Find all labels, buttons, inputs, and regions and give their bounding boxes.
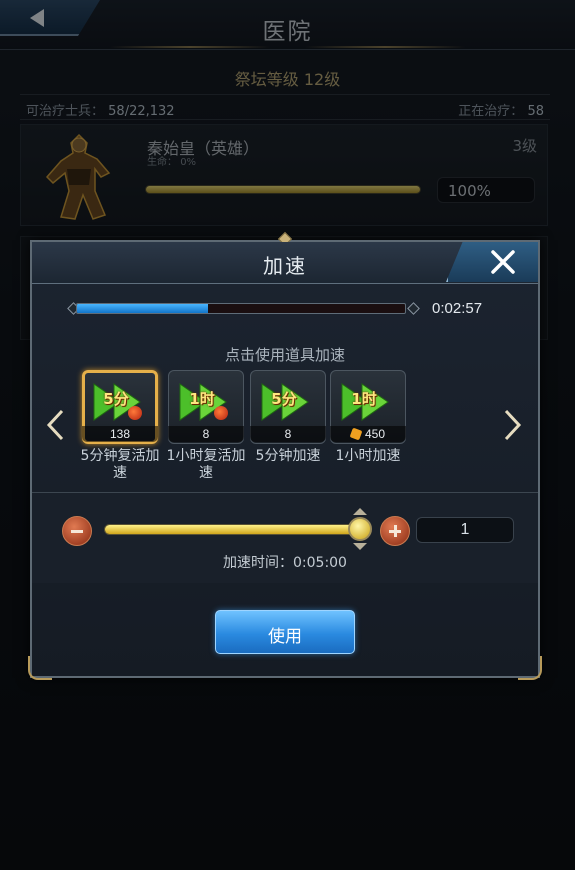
timer-cap-right [407, 302, 420, 315]
quantity-slider[interactable] [104, 524, 360, 535]
decrease-button[interactable] [62, 516, 92, 546]
speedup-time-text: 加速时间：0:05:00 [223, 555, 347, 571]
dialog-header: 加速 [32, 242, 538, 284]
timer-progress-bar [76, 303, 406, 314]
slider-tip-down-icon [353, 543, 367, 550]
item-name: 5分钟复活加速 [80, 448, 160, 480]
gem-icon [349, 427, 363, 441]
close-button[interactable] [446, 242, 538, 282]
hint-text: 点击使用道具加速 [224, 346, 345, 364]
slider-tip-up-icon [353, 508, 367, 515]
close-icon [491, 250, 515, 274]
slider-handle[interactable] [348, 517, 372, 541]
timer-progress-fill [77, 304, 209, 313]
item-price-value: 450 [364, 427, 386, 441]
item-icon-label: 1时 [351, 390, 377, 408]
item-1hour-revive[interactable]: 1时 8 1小时复活加速 [167, 370, 245, 480]
timer-remaining: 0:02:57 [432, 300, 483, 317]
increase-button[interactable] [380, 516, 410, 546]
item-count: 8 [168, 426, 244, 442]
quantity-slider-fill [105, 525, 359, 534]
item-list: 5分 138 5分钟复活加速 1时 8 1小时复活加速 5分 8 5分钟加速 1… [81, 370, 412, 480]
medal-icon [128, 406, 142, 420]
use-button[interactable]: 使用 [215, 610, 355, 654]
item-icon-label: 1时 [189, 390, 215, 408]
corner-ornament-bottom-left [28, 656, 52, 680]
item-5min-revive[interactable]: 5分 138 5分钟复活加速 [81, 370, 159, 480]
item-count: 8 [250, 426, 326, 442]
item-icon-label: 5分 [271, 390, 297, 408]
item-count: 138 [82, 426, 158, 442]
item-icon-label: 5分 [103, 390, 129, 408]
medal-icon [214, 406, 228, 420]
arrow-left-icon[interactable] [44, 408, 66, 442]
item-price: 450 [330, 426, 406, 442]
quantity-input[interactable]: 1 [416, 517, 514, 543]
item-name: 1小时加速 [335, 448, 401, 464]
item-5min-speedup[interactable]: 5分 8 5分钟加速 [250, 370, 326, 464]
arrow-right-icon[interactable] [502, 408, 524, 442]
corner-ornament-bottom-right [518, 656, 542, 680]
item-name: 1小时复活加速 [166, 448, 246, 480]
item-name: 5分钟加速 [255, 448, 321, 464]
speedup-dialog: 加速 0:02:57 点击使用道具加速 5分 138 5分钟复活加速 1时 8 … [28, 231, 542, 680]
item-1hour-speedup[interactable]: 1时 450 1小时加速 [330, 370, 406, 464]
